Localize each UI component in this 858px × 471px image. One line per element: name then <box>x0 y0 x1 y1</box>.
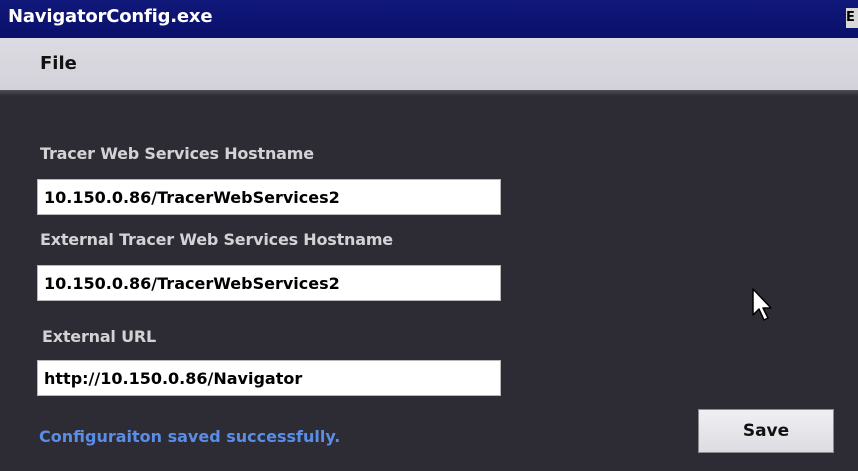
external-url-label: External URL <box>42 327 156 346</box>
menu-bar: File <box>0 38 858 90</box>
status-message: Configuraiton saved successfully. <box>39 427 341 446</box>
title-bar-button[interactable]: E <box>846 8 858 28</box>
mouse-pointer-icon <box>752 288 772 321</box>
external-url-input[interactable]: http://10.150.0.86/Navigator <box>37 360 501 396</box>
tracer-hostname-input[interactable]: 10.150.0.86/TracerWebServices2 <box>37 179 501 215</box>
title-bar[interactable]: NavigatorConfig.exe E <box>0 0 858 38</box>
external-hostname-label: External Tracer Web Services Hostname <box>40 230 393 249</box>
save-button[interactable]: Save <box>698 409 834 453</box>
tracer-hostname-label: Tracer Web Services Hostname <box>40 144 314 163</box>
window-title: NavigatorConfig.exe <box>8 6 213 27</box>
app-window: NavigatorConfig.exe E File Tracer Web Se… <box>0 0 858 471</box>
menu-file[interactable]: File <box>40 53 77 74</box>
menu-separator <box>0 90 858 96</box>
external-hostname-input[interactable]: 10.150.0.86/TracerWebServices2 <box>37 265 501 301</box>
